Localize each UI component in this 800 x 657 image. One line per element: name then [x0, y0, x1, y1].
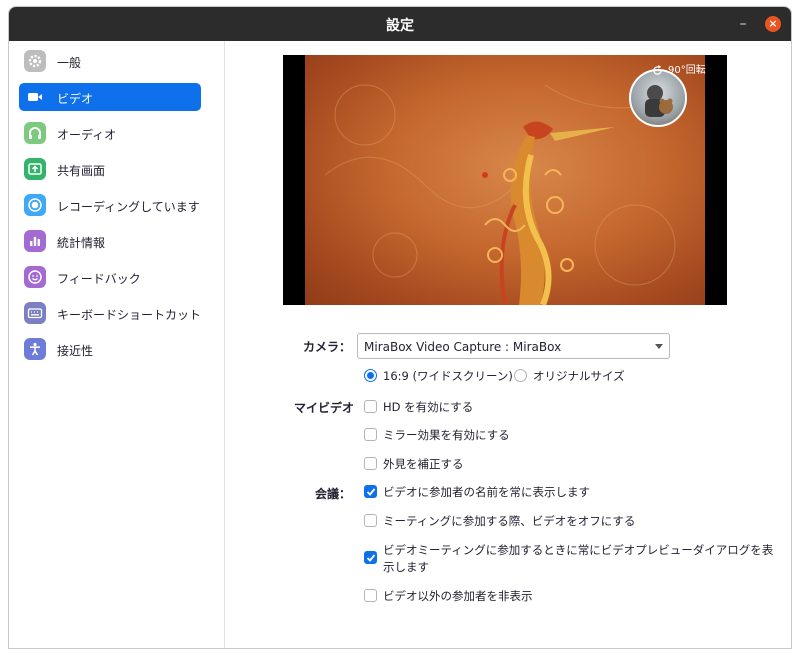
- gear-icon: [24, 50, 46, 72]
- settings-sidebar: 一般 ビデオ オーディオ 共有画面 レコーディングしています 統計情報 フィード…: [9, 41, 225, 648]
- sidebar-item-label: レコーディングしています: [57, 200, 200, 214]
- sidebar-item-label: 統計情報: [57, 236, 106, 250]
- hd-label: HD を有効にする: [383, 400, 474, 414]
- aspect-widescreen-label: 16:9 (ワイドスクリーン): [383, 369, 513, 383]
- sidebar-item-statistics[interactable]: 統計情報: [19, 227, 201, 255]
- sidebar-item-label: フィードバック: [57, 272, 141, 286]
- sidebar-item-label: 一般: [57, 56, 82, 70]
- headphones-icon: [24, 122, 46, 144]
- minimize-button[interactable]: –: [735, 16, 751, 32]
- sidebar-item-feedback[interactable]: フィードバック: [19, 263, 201, 291]
- rotate-icon: [653, 65, 662, 75]
- title-bar: 設定 – ×: [9, 7, 791, 41]
- accessibility-icon: [24, 338, 46, 360]
- sidebar-item-label: ビデオ: [57, 92, 94, 106]
- touch-up-checkbox[interactable]: [364, 457, 377, 470]
- aspect-original-label: オリジナルサイズ: [533, 369, 625, 383]
- settings-window: 設定 – × 一般 ビデオ オーディオ 共有画面 レコーディングしています 統計…: [8, 6, 792, 649]
- rotate-90-button[interactable]: 90°回転: [653, 63, 706, 79]
- keyboard-icon: [24, 302, 46, 324]
- sidebar-item-general[interactable]: 一般: [19, 47, 201, 75]
- show-names-label: ビデオに参加者の名前を常に表示します: [383, 485, 590, 499]
- camera-select-value: MiraBox Video Capture : MiraBox: [364, 340, 562, 354]
- show-names-checkbox[interactable]: [364, 485, 377, 498]
- video-preview: 90°回転: [283, 55, 727, 305]
- preview-dialog-label-line1: ビデオミーティングに参加するときに常にビデオプレビューダイアログを表: [383, 543, 774, 557]
- sidebar-item-video[interactable]: ビデオ: [19, 83, 201, 111]
- video-off-on-join-checkbox[interactable]: [364, 514, 377, 527]
- preview-dialog-label-line2: 示します: [383, 560, 429, 574]
- aspect-widescreen-radio[interactable]: [364, 369, 377, 382]
- sidebar-item-label: キーボードショートカット: [57, 308, 202, 322]
- chevron-down-icon: [655, 344, 663, 349]
- share-screen-icon: [24, 158, 46, 180]
- video-camera-icon: [24, 86, 46, 108]
- window-title: 設定: [386, 18, 414, 34]
- mirror-label: ミラー効果を有効にする: [383, 428, 510, 442]
- preview-dialog-checkbox[interactable]: [364, 551, 377, 564]
- feedback-icon: [24, 266, 46, 288]
- statistics-icon: [24, 230, 46, 252]
- my-video-label: マイビデオ: [293, 401, 354, 415]
- sidebar-item-audio[interactable]: オーディオ: [19, 119, 201, 147]
- meeting-label: 会議：: [314, 487, 351, 501]
- touch-up-label: 外見を補正する: [383, 457, 464, 471]
- record-icon: [24, 194, 46, 216]
- aspect-original-radio[interactable]: [514, 369, 527, 382]
- hide-non-video-label: ビデオ以外の参加者を非表示: [383, 589, 533, 603]
- sidebar-item-label: 接近性: [57, 344, 94, 358]
- camera-select[interactable]: MiraBox Video Capture : MiraBox: [357, 333, 670, 359]
- sidebar-item-label: オーディオ: [57, 128, 117, 142]
- camera-label: カメラ：: [302, 340, 351, 354]
- hide-non-video-checkbox[interactable]: [364, 589, 377, 602]
- mirror-checkbox[interactable]: [364, 428, 377, 441]
- sidebar-item-recording[interactable]: レコーディングしています: [19, 191, 201, 219]
- sidebar-item-accessibility[interactable]: 接近性: [19, 335, 201, 363]
- sidebar-item-keyboard-shortcuts[interactable]: キーボードショートカット: [19, 299, 201, 327]
- sidebar-item-label: 共有画面: [57, 164, 106, 178]
- video-off-on-join-label: ミーティングに参加する際、ビデオをオフにする: [383, 514, 636, 528]
- hd-checkbox[interactable]: [364, 400, 377, 413]
- rotate-label: 90°回転: [668, 65, 706, 76]
- sidebar-item-share-screen[interactable]: 共有画面: [19, 155, 201, 183]
- close-button[interactable]: ×: [765, 16, 781, 32]
